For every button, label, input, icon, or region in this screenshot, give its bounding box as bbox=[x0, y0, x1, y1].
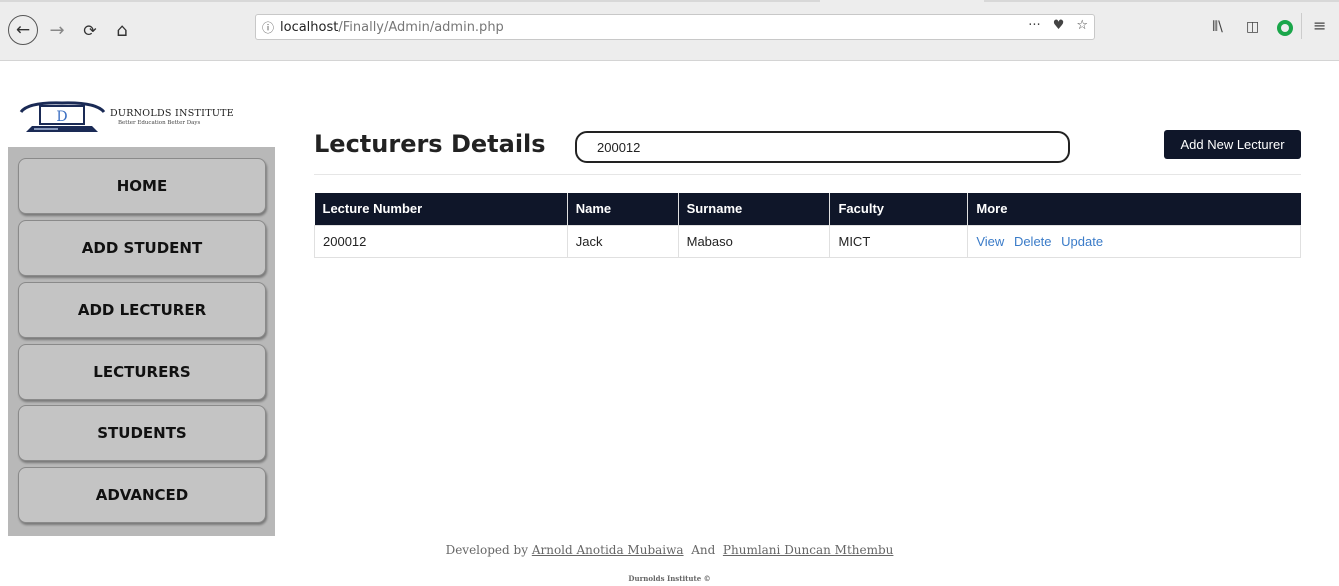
reload-button[interactable]: ⟳ bbox=[80, 17, 100, 43]
search-input[interactable] bbox=[575, 131, 1070, 163]
table-row: 200012 Jack Mabaso MICT View Delete Upda… bbox=[314, 224, 1301, 258]
cell-lecture-number: 200012 bbox=[314, 224, 568, 258]
page-title: Lecturers Details bbox=[314, 130, 546, 158]
lecturers-table: Lecture Number Name Surname Faculty More… bbox=[314, 193, 1301, 258]
sidebar-item-lecturers[interactable]: LECTURERS bbox=[18, 344, 266, 400]
cell-actions: View Delete Update bbox=[967, 224, 1301, 258]
view-link[interactable]: View bbox=[976, 234, 1004, 249]
delete-link[interactable]: Delete bbox=[1014, 234, 1052, 249]
home-button[interactable]: ⌂ bbox=[111, 17, 133, 43]
author-link-2[interactable]: Phumlani Duncan Mthembu bbox=[723, 543, 894, 557]
address-bar[interactable]: ⓘ localhost/Finally/Admin/admin.php ··· … bbox=[255, 14, 1095, 40]
logo-name: DURNOLDS INSTITUTE bbox=[110, 108, 235, 119]
table-header-row: Lecture Number Name Surname Faculty More bbox=[314, 193, 1301, 225]
cell-name: Jack bbox=[566, 224, 679, 258]
author-link-1[interactable]: Arnold Anotida Mubaiwa bbox=[532, 543, 684, 557]
update-link[interactable]: Update bbox=[1061, 234, 1103, 249]
url-host: localhost bbox=[280, 19, 339, 35]
cell-faculty: MICT bbox=[829, 224, 969, 258]
divider bbox=[314, 174, 1301, 175]
logo-tagline: Better Education Better Days bbox=[118, 120, 201, 126]
column-header-more[interactable]: More bbox=[967, 193, 1301, 225]
url-path: /Finally/Admin/admin.php bbox=[338, 19, 504, 35]
back-button[interactable]: ← bbox=[8, 15, 38, 45]
site-logo[interactable]: D DURNOLDS INSTITUTE Better Education Be… bbox=[18, 100, 258, 140]
forward-button[interactable]: → bbox=[47, 17, 67, 43]
sidebar: HOME ADD STUDENT ADD LECTURER LECTURERS … bbox=[8, 147, 275, 536]
footer-joiner: And bbox=[691, 543, 716, 557]
sidebar-item-advanced[interactable]: ADVANCED bbox=[18, 467, 266, 523]
sidebar-item-home[interactable]: HOME bbox=[18, 158, 266, 214]
extension-icon[interactable] bbox=[1277, 20, 1293, 36]
footer-prefix: Developed by bbox=[445, 543, 528, 557]
copyright: Durnolds Institute © bbox=[628, 574, 711, 583]
add-new-lecturer-button[interactable]: Add New Lecturer bbox=[1164, 130, 1301, 159]
page-actions-icon[interactable]: ··· bbox=[1028, 18, 1040, 33]
footer-credits: Developed by Arnold Anotida Mubaiwa And … bbox=[0, 543, 1339, 557]
cell-surname: Mabaso bbox=[677, 224, 831, 258]
sidebar-item-add-lecturer[interactable]: ADD LECTURER bbox=[18, 282, 266, 338]
bookmark-star-icon[interactable]: ☆ bbox=[1076, 18, 1088, 33]
tab-strip bbox=[0, 0, 1339, 6]
column-header-lecture-number[interactable]: Lecture Number bbox=[314, 193, 568, 225]
library-icon[interactable]: ⦀\ bbox=[1212, 19, 1223, 35]
column-header-surname[interactable]: Surname bbox=[678, 193, 831, 225]
svg-text:D: D bbox=[56, 109, 67, 125]
pocket-icon[interactable]: ♥ bbox=[1053, 18, 1065, 33]
laptop-logo-icon: D bbox=[19, 101, 106, 132]
column-header-name[interactable]: Name bbox=[567, 193, 679, 225]
sidebar-toggle-icon[interactable]: ◫ bbox=[1246, 19, 1259, 35]
menu-icon[interactable]: ≡ bbox=[1313, 16, 1326, 35]
browser-toolbar: ← → ⟳ ⌂ ⓘ localhost/Finally/Admin/admin.… bbox=[0, 0, 1339, 61]
sidebar-item-students[interactable]: STUDENTS bbox=[18, 405, 266, 461]
toolbar-divider bbox=[1301, 13, 1302, 39]
sidebar-item-add-student[interactable]: ADD STUDENT bbox=[18, 220, 266, 276]
info-icon[interactable]: ⓘ bbox=[256, 19, 280, 36]
column-header-faculty[interactable]: Faculty bbox=[829, 193, 969, 225]
